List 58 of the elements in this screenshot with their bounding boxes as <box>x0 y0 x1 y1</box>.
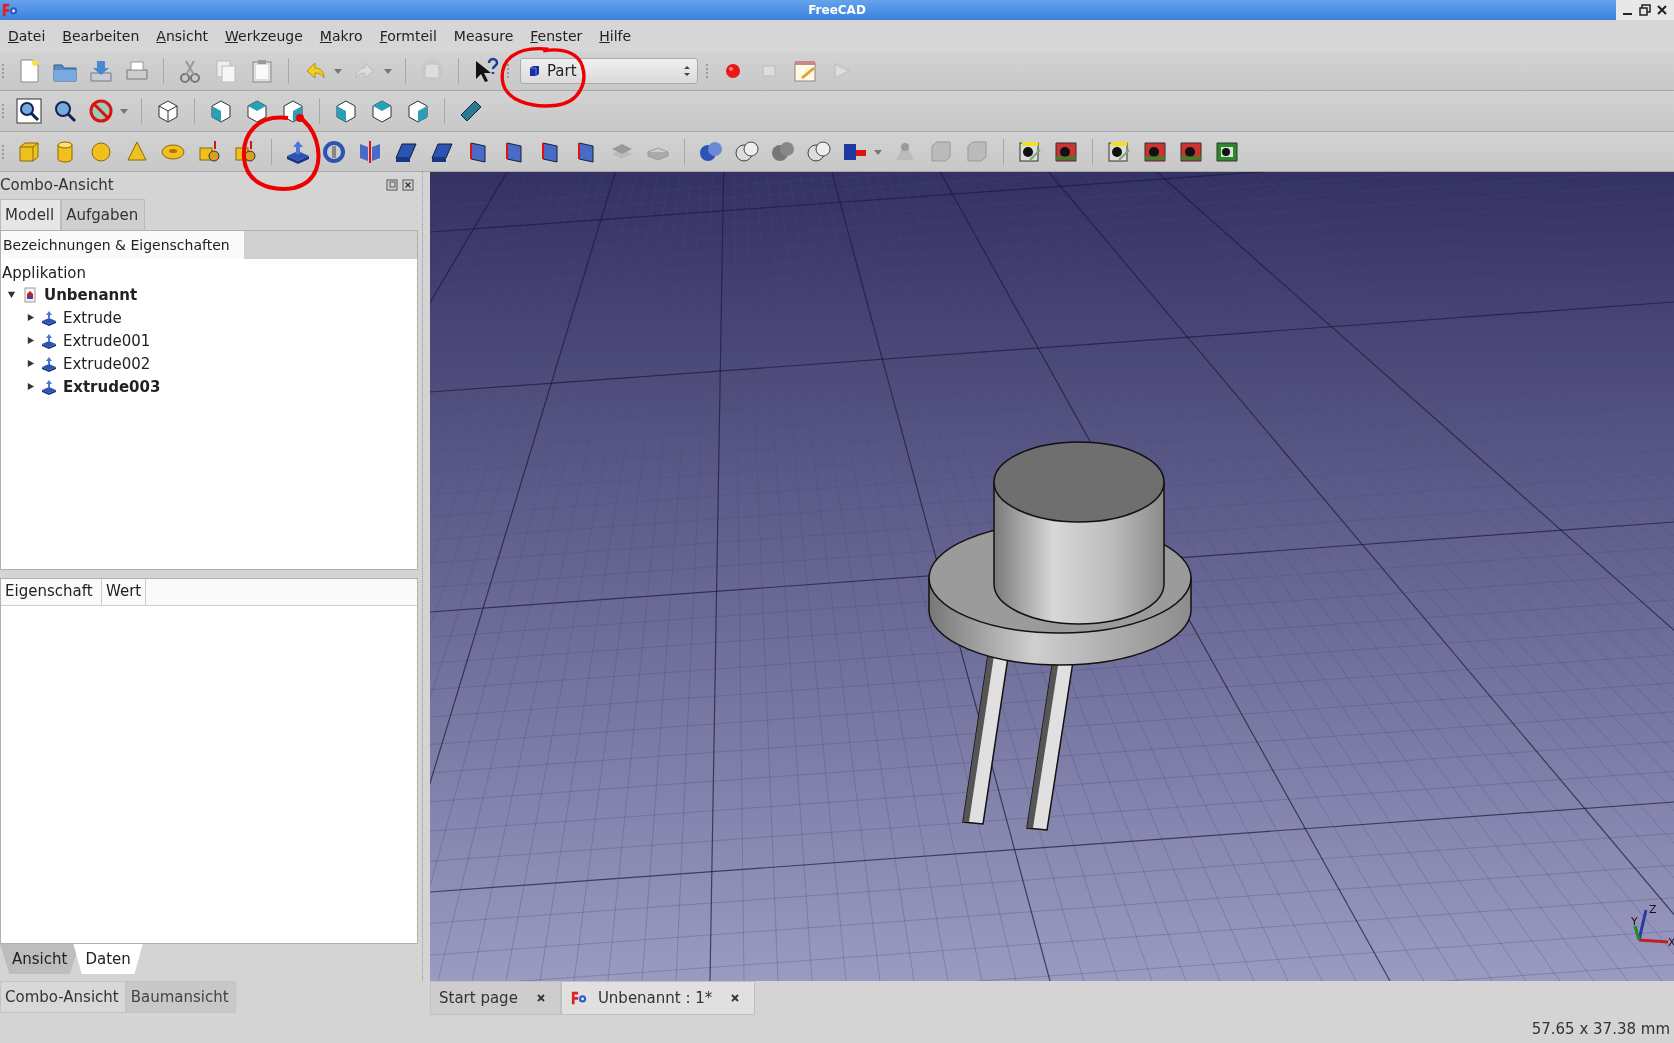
tree-item[interactable]: Extrude001 <box>63 331 151 350</box>
spinner-arrows-icon <box>683 64 691 78</box>
menu-item[interactable]: Fenster <box>530 28 583 44</box>
close-icon[interactable] <box>1656 4 1668 16</box>
panel-title: Combo-Ansicht <box>0 176 114 194</box>
tab[interactable]: Combo-Ansicht <box>0 981 126 1013</box>
menu-item[interactable]: Hilfe <box>599 28 632 44</box>
expand-arrow-icon[interactable] <box>26 336 35 345</box>
document-tab[interactable]: Unbenannt : 1* <box>560 981 756 1015</box>
menu-item[interactable]: Formteil <box>379 28 437 44</box>
float-icon[interactable] <box>386 179 398 191</box>
expand-arrow-icon[interactable] <box>26 382 35 391</box>
tab[interactable]: Modell <box>0 199 62 230</box>
close-icon[interactable] <box>402 179 414 191</box>
close-icon[interactable] <box>535 993 546 1003</box>
extrude-icon <box>41 378 57 395</box>
tab-label: Start page <box>439 989 518 1007</box>
tree-item[interactable]: Unbenannt <box>44 285 138 304</box>
menu-item[interactable]: Makro <box>319 28 363 44</box>
menu-item[interactable]: Bearbeiten <box>62 28 140 44</box>
menu-item[interactable]: Ansicht <box>156 28 208 44</box>
axis-label: Y <box>1631 915 1638 928</box>
menu-item[interactable]: Datei <box>8 28 46 44</box>
menu-item[interactable]: Werkzeuge <box>225 28 303 44</box>
menu-item[interactable]: Measure <box>453 28 514 44</box>
cube-icon <box>527 64 541 78</box>
column-header: Wert <box>102 579 147 605</box>
app-logo-icon <box>569 990 588 1006</box>
caret-icon[interactable] <box>383 66 393 76</box>
column-header: Eigenschaft <box>1 579 102 605</box>
tree-root-label: Applikation <box>1 263 87 283</box>
document-tab[interactable]: Start page <box>430 981 561 1015</box>
expand-arrow-icon[interactable] <box>26 313 35 322</box>
transistor-model-drawing[interactable] <box>928 441 1192 831</box>
caret-icon[interactable] <box>333 66 343 76</box>
workbench-dropdown[interactable]: Part <box>520 58 698 84</box>
fit-all-icon[interactable] <box>15 97 43 125</box>
axis-label: Z <box>1649 903 1657 916</box>
close-icon[interactable] <box>730 993 741 1003</box>
tab[interactable]: Baumansicht <box>125 981 236 1013</box>
tab-label: Unbenannt : 1* <box>597 989 713 1007</box>
tree-item[interactable]: Extrude002 <box>63 354 151 373</box>
extrude-icon <box>41 355 57 372</box>
caret-icon[interactable] <box>119 106 129 116</box>
restore-icon[interactable] <box>1639 4 1651 16</box>
tab[interactable]: Daten <box>73 944 143 974</box>
window-title: FreeCAD <box>808 3 866 17</box>
extrude-icon <box>41 309 57 326</box>
tab[interactable]: Aufgaben <box>61 199 146 230</box>
expand-arrow-icon[interactable] <box>26 359 35 368</box>
tree-item[interactable]: Extrude003 <box>63 377 161 396</box>
status-text: 57.65 x 37.38 mm <box>1531 1019 1670 1038</box>
column-header: Bezeichnungen & Eigenschaften <box>1 231 244 259</box>
document-icon <box>22 286 38 303</box>
app-logo-icon <box>1 2 19 18</box>
extrude-icon <box>41 332 57 349</box>
tree-item[interactable]: Extrude <box>63 308 122 327</box>
collapse-arrow-icon[interactable] <box>7 290 16 299</box>
